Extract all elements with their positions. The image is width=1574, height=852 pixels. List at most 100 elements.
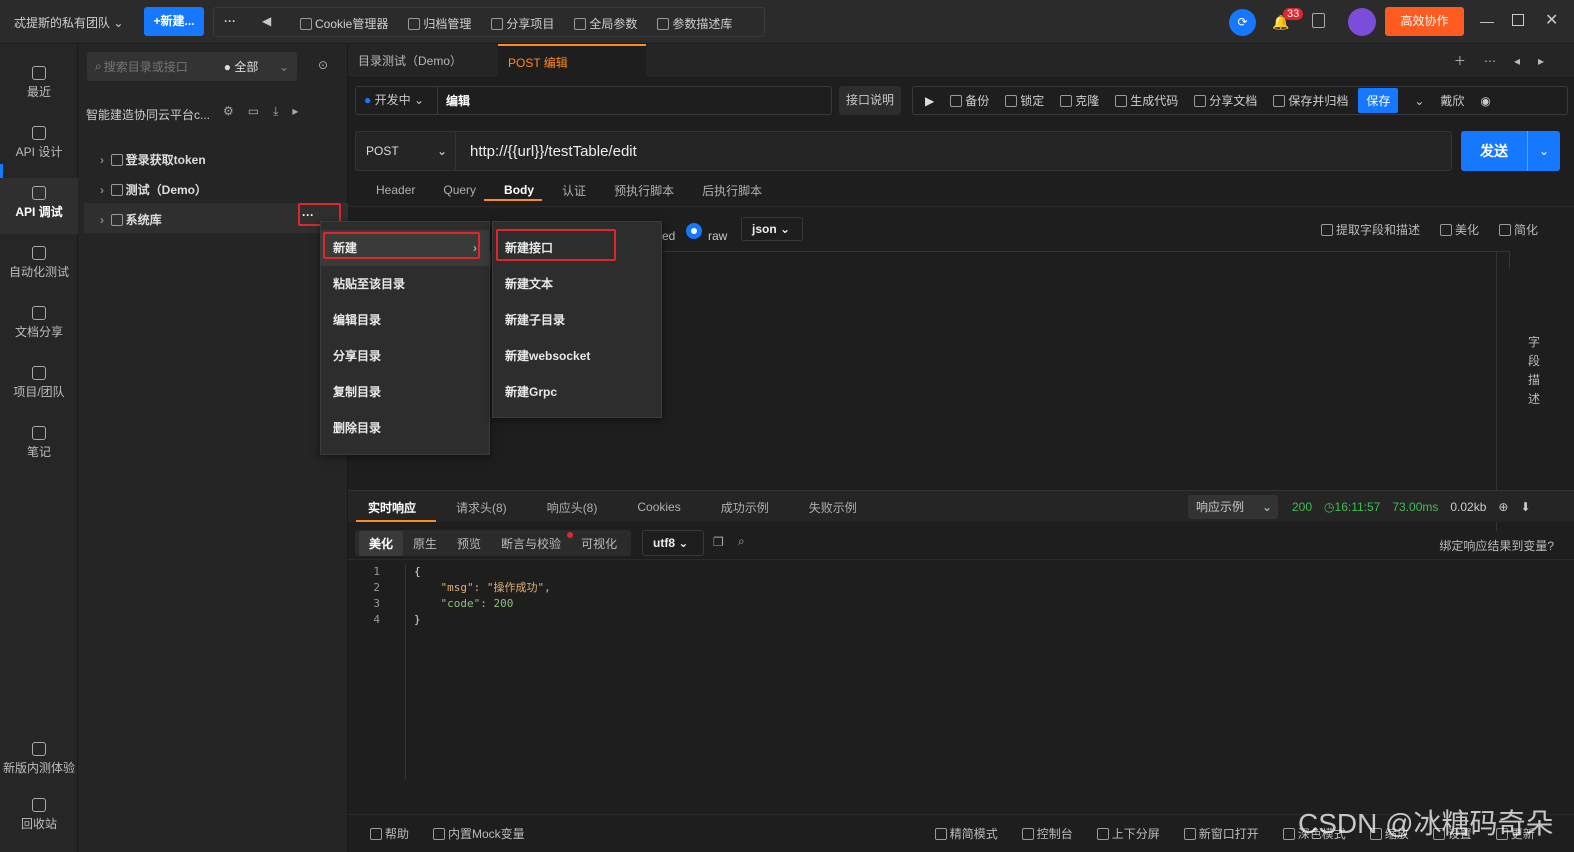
menu-item[interactable]: 粘贴至该目录 bbox=[321, 266, 489, 302]
response-view-tab[interactable]: 可视化 bbox=[571, 531, 627, 556]
copy-icon[interactable]: ❐ bbox=[713, 535, 724, 549]
user-style-select[interactable]: 戴欣 bbox=[1440, 92, 1464, 109]
action-button[interactable]: 分享文档 bbox=[1194, 92, 1257, 109]
request-tab[interactable]: Body bbox=[490, 183, 548, 197]
response-view-tab[interactable]: 原生 bbox=[403, 531, 447, 556]
tool-item[interactable]: Cookie管理器 bbox=[300, 15, 388, 32]
project-tools[interactable]: ⚙▭⤓▸ bbox=[223, 104, 312, 119]
tool-item[interactable]: 分享项目 bbox=[491, 15, 554, 32]
nav-item[interactable]: 新版内测体验 bbox=[0, 734, 78, 790]
api-doc-button[interactable]: 接口说明 bbox=[839, 86, 901, 115]
api-name-input[interactable]: 编辑 bbox=[438, 92, 470, 109]
url-input[interactable]: http://{{url}}/testTable/edit bbox=[456, 143, 637, 160]
folder-item[interactable]: › 登录获取token bbox=[100, 151, 206, 168]
submenu-item[interactable]: 新建websocket bbox=[493, 338, 661, 374]
run-icon[interactable]: ▶ bbox=[925, 94, 934, 108]
tool-item[interactable]: 全局参数 bbox=[574, 15, 637, 32]
tool-item[interactable]: 归档管理 bbox=[408, 15, 471, 32]
action-button[interactable]: 锁定 bbox=[1005, 92, 1044, 109]
body-tool[interactable]: 提取字段和描述 bbox=[1320, 221, 1420, 238]
chevron-down-icon[interactable]: ⌄ bbox=[1414, 94, 1424, 108]
footer-button[interactable]: 帮助 bbox=[370, 825, 409, 842]
footer-button[interactable]: 内置Mock变量 bbox=[433, 825, 525, 842]
action-button[interactable]: 克隆 bbox=[1060, 92, 1099, 109]
action-button[interactable]: 保存并归档 bbox=[1273, 92, 1348, 109]
nav-item[interactable]: 回收站 bbox=[0, 790, 78, 846]
response-view-tab[interactable]: 断言与校验 bbox=[491, 531, 571, 556]
response-tab[interactable]: 成功示例 bbox=[701, 499, 789, 516]
response-view-tab[interactable]: 预览 bbox=[447, 531, 491, 556]
request-tab[interactable]: Header bbox=[362, 183, 429, 197]
response-view-tab[interactable]: 美化 bbox=[359, 530, 404, 556]
response-tab[interactable]: Cookies bbox=[617, 500, 700, 514]
send-button[interactable]: 发送 ⌄ bbox=[1461, 131, 1560, 171]
doc-icon bbox=[32, 306, 46, 320]
save-button[interactable]: 保存 bbox=[1358, 88, 1399, 113]
maximize-icon[interactable] bbox=[1512, 14, 1524, 26]
menu-item[interactable]: 删除目录 bbox=[321, 410, 489, 446]
response-tab[interactable]: 请求头(8) bbox=[436, 499, 527, 516]
request-tab[interactable]: 预执行脚本 bbox=[600, 182, 688, 199]
submenu-item[interactable]: 新建Grpc bbox=[493, 374, 661, 410]
collab-button[interactable]: 高效协作 bbox=[1385, 7, 1464, 36]
menu-item[interactable]: 编辑目录 bbox=[321, 302, 489, 338]
raw-radio[interactable] bbox=[686, 223, 702, 239]
request-tab[interactable]: 后执行脚本 bbox=[688, 182, 776, 199]
tab-post-edit[interactable]: POST 编辑 bbox=[498, 44, 646, 78]
submenu-item[interactable]: 新建文本 bbox=[493, 266, 661, 302]
response-tab[interactable]: 响应头(8) bbox=[527, 499, 618, 516]
nav-item[interactable]: 项目/团队 bbox=[0, 358, 78, 414]
sync-icon[interactable]: ⟳ bbox=[1229, 9, 1256, 36]
folder-item[interactable]: › 测试（Demo） bbox=[100, 181, 207, 198]
method-select[interactable]: POST ⌄ bbox=[356, 132, 456, 170]
response-tab[interactable]: 实时响应 bbox=[348, 499, 436, 516]
doc-icon[interactable] bbox=[1312, 13, 1325, 28]
format-select[interactable]: json ⌄ bbox=[741, 217, 803, 241]
nav-label: 项目/团队 bbox=[13, 385, 65, 399]
request-tab[interactable]: 认证 bbox=[548, 182, 600, 199]
minimize-icon[interactable]: — bbox=[1480, 13, 1494, 29]
globe-icon[interactable]: ⊕ bbox=[1498, 500, 1508, 514]
more-icon[interactable]: ··· bbox=[224, 14, 236, 28]
new-button[interactable]: +新建... bbox=[144, 7, 204, 36]
filter-select[interactable]: ● 全部 bbox=[224, 58, 259, 75]
download-icon[interactable]: ⬇ bbox=[1520, 500, 1530, 514]
folder-label-active[interactable]: › 系统库 bbox=[100, 211, 162, 228]
tab-actions[interactable]: ＋⋯◂▸ bbox=[1454, 52, 1562, 69]
env-select[interactable]: ● 开发中 ⌄ bbox=[356, 87, 438, 114]
eye-icon[interactable]: ◉ bbox=[1480, 94, 1490, 108]
action-button[interactable]: 备份 bbox=[950, 92, 989, 109]
bind-variable-link[interactable]: 绑定响应结果到变量? bbox=[1439, 537, 1554, 554]
nav-item[interactable]: 最近 bbox=[0, 58, 78, 114]
nav-item[interactable]: API 调试 bbox=[0, 178, 78, 234]
footer-button[interactable]: 控制台 bbox=[1021, 825, 1073, 842]
tool-item[interactable]: 参数描述库 bbox=[657, 15, 732, 32]
response-tab[interactable]: 失败示例 bbox=[789, 499, 877, 516]
tab-folder[interactable]: 目录测试（Demo） bbox=[348, 44, 498, 78]
menu-item[interactable]: 分享目录 bbox=[321, 338, 489, 374]
nav-item[interactable]: 文档分享 bbox=[0, 298, 78, 354]
close-icon[interactable]: ✕ bbox=[1545, 10, 1558, 30]
nav-item[interactable]: 笔记 bbox=[0, 418, 78, 474]
avatar[interactable] bbox=[1348, 8, 1376, 36]
nav-item[interactable]: 自动化测试 bbox=[0, 238, 78, 294]
body-tool[interactable]: 简化 bbox=[1498, 221, 1538, 238]
response-example-select[interactable]: 响应示例 ⌄ bbox=[1188, 495, 1278, 519]
footer-button[interactable]: 精简模式 bbox=[934, 825, 998, 842]
action-button[interactable]: 生成代码 bbox=[1115, 92, 1178, 109]
menu-item[interactable]: 复制目录 bbox=[321, 374, 489, 410]
footer-button[interactable]: 上下分屏 bbox=[1096, 825, 1160, 842]
search-input[interactable] bbox=[103, 59, 224, 74]
search-box[interactable]: ⌕ ● 全部 ⌄ bbox=[87, 52, 297, 81]
collapse-left-icon[interactable]: ◀ bbox=[262, 14, 271, 28]
body-tool[interactable]: 美化 bbox=[1439, 221, 1479, 238]
nav-item[interactable]: API 设计 bbox=[0, 118, 78, 174]
locate-icon[interactable]: ⊙ bbox=[318, 58, 328, 72]
request-tab[interactable]: Query bbox=[429, 183, 490, 197]
submenu-item[interactable]: 新建子目录 bbox=[493, 302, 661, 338]
encoding-select[interactable]: utf8 ⌄ bbox=[642, 530, 704, 556]
team-switcher[interactable]: 忒提斯的私有团队 ⌄ bbox=[14, 14, 123, 31]
field-desc-panel-label[interactable]: 字段描述 bbox=[1528, 333, 1542, 409]
search-icon[interactable]: ⌕ bbox=[738, 534, 745, 549]
footer-button[interactable]: 新窗口打开 bbox=[1183, 825, 1259, 842]
